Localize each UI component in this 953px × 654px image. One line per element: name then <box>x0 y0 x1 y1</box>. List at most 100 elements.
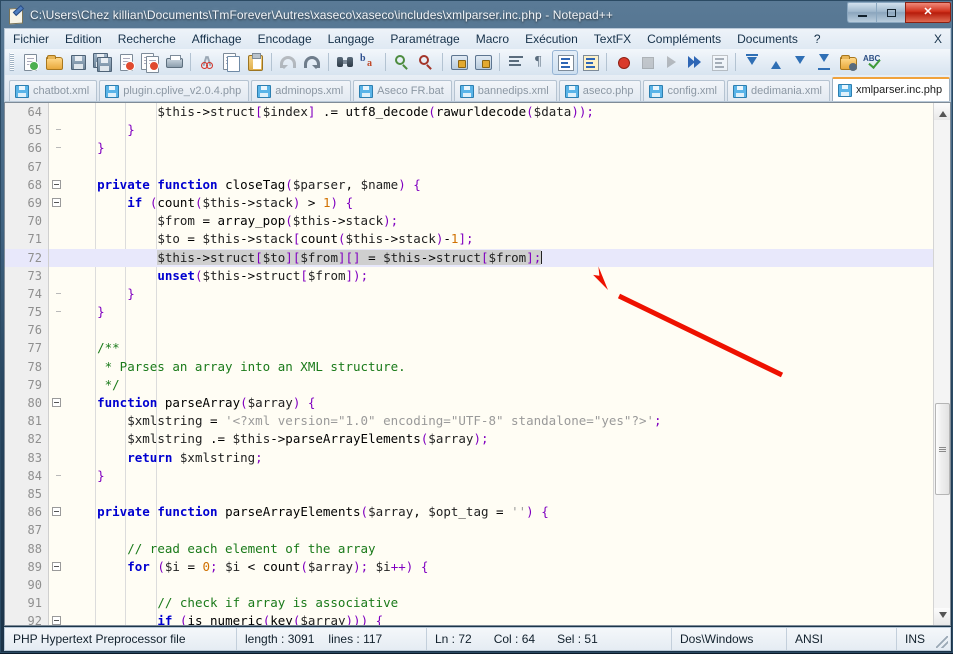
fold-collapse-icon[interactable] <box>52 561 61 571</box>
toggle-bookmark-icon[interactable] <box>836 51 860 74</box>
code-editor[interactable]: 64 65 66 67 68 69 70 71 72 73 74 75 76 77 78 79 80 81 82 83… <box>5 103 933 625</box>
fold-row[interactable] <box>49 394 65 412</box>
menu-help[interactable]: ? <box>806 30 829 48</box>
sync-horizontal-scroll-icon[interactable] <box>471 51 495 74</box>
fold-row[interactable] <box>49 485 65 503</box>
new-file-icon[interactable] <box>18 51 42 74</box>
code-line[interactable]: // check if array is associative <box>65 594 933 612</box>
fold-row[interactable] <box>49 103 65 121</box>
code-line[interactable]: } <box>65 303 933 321</box>
code-line[interactable] <box>65 321 933 339</box>
code-line[interactable]: unset($this->struct[$from]); <box>65 267 933 285</box>
previous-bookmark-icon[interactable] <box>764 51 788 74</box>
code-line[interactable]: // read each element of the array <box>65 540 933 558</box>
code-line[interactable] <box>65 485 933 503</box>
save-all-icon[interactable] <box>90 51 114 74</box>
minimize-button[interactable] <box>847 2 876 23</box>
maximize-button[interactable] <box>876 2 905 23</box>
tab-xmlparser-inc-php[interactable]: xmlparser.inc.php <box>831 77 950 101</box>
code-line[interactable]: function parseArray($array) { <box>65 394 933 412</box>
play-macro-icon[interactable] <box>659 51 683 74</box>
code-line[interactable]: if (count($this->stack) > 1) { <box>65 194 933 212</box>
fold-row[interactable] <box>49 139 65 157</box>
fold-collapse-icon[interactable] <box>52 197 61 207</box>
fold-row[interactable] <box>49 176 65 194</box>
scroll-down-button[interactable] <box>934 608 950 625</box>
spell-check-icon[interactable]: ABC <box>860 51 884 74</box>
run-macro-multiple-icon[interactable] <box>683 51 707 74</box>
fold-row[interactable] <box>49 430 65 448</box>
code-line[interactable]: private function parseArrayElements($arr… <box>65 503 933 521</box>
cut-icon[interactable] <box>195 51 219 74</box>
sync-vertical-scroll-icon[interactable] <box>447 51 471 74</box>
fold-collapse-icon[interactable] <box>52 398 61 407</box>
code-line[interactable]: * Parses an array into an XML structure. <box>65 358 933 376</box>
fold-row[interactable] <box>49 503 65 521</box>
fold-row[interactable] <box>49 230 65 248</box>
code-line[interactable]: } <box>65 285 933 303</box>
menu-affichage[interactable]: Affichage <box>184 30 250 48</box>
first-bookmark-icon[interactable] <box>740 51 764 74</box>
code-line[interactable]: if (is_numeric(key($array))) { <box>65 612 933 625</box>
fold-row[interactable] <box>49 321 65 339</box>
fold-row[interactable] <box>49 248 65 267</box>
close-file-icon[interactable] <box>114 51 138 74</box>
code-folding-margin[interactable] <box>49 103 65 625</box>
code-line[interactable]: $this->struct[$index] .= utf8_decode(raw… <box>65 103 933 121</box>
toolbar-grip[interactable] <box>9 53 14 71</box>
menu-documents[interactable]: Documents <box>729 30 806 48</box>
fold-row[interactable] <box>49 540 65 558</box>
menu-edition[interactable]: Edition <box>57 30 110 48</box>
menu-recherche[interactable]: Recherche <box>110 30 184 48</box>
code-line[interactable]: $to = $this->stack[count($this->stack)-1… <box>65 230 933 248</box>
tab-aseco-php[interactable]: aseco.php <box>558 80 642 101</box>
menu-macro[interactable]: Macro <box>468 30 517 48</box>
word-wrap-icon[interactable] <box>504 51 528 74</box>
find-icon[interactable] <box>333 51 357 74</box>
code-line[interactable]: } <box>65 139 933 157</box>
code-line[interactable]: $xmlstring = '<?xml version="1.0" encodi… <box>65 412 933 430</box>
menu-langage[interactable]: Langage <box>320 30 383 48</box>
tab-bannedips-xml[interactable]: bannedips.xml <box>453 80 557 101</box>
vertical-scrollbar-thumb[interactable] <box>935 403 950 495</box>
fold-row[interactable] <box>49 449 65 467</box>
next-bookmark-icon[interactable] <box>788 51 812 74</box>
code-line[interactable]: /** <box>65 339 933 357</box>
fold-row[interactable] <box>49 521 65 539</box>
print-icon[interactable] <box>162 51 186 74</box>
fold-row[interactable] <box>49 303 65 321</box>
fold-row[interactable] <box>49 267 65 285</box>
fold-row[interactable] <box>49 412 65 430</box>
code-line[interactable]: } <box>65 467 933 485</box>
code-line[interactable] <box>65 521 933 539</box>
code-text[interactable]: $this->struct[$index] .= utf8_decode(raw… <box>65 103 933 625</box>
menu-complements[interactable]: Compléments <box>639 30 729 48</box>
tab-chatbot-xml[interactable]: chatbot.xml <box>9 80 98 101</box>
save-macro-icon[interactable] <box>707 51 731 74</box>
tab-plugin-cplive-php[interactable]: plugin.cplive_v2.0.4.php <box>99 80 250 101</box>
fold-collapse-icon[interactable] <box>52 507 61 517</box>
zoom-in-icon[interactable] <box>390 51 414 74</box>
code-line[interactable]: private function closeTag($parser, $name… <box>65 176 933 194</box>
code-line[interactable]: for ($i = 0; $i < count($array); $i++) { <box>65 558 933 576</box>
fold-row[interactable] <box>49 158 65 176</box>
start-record-macro-icon[interactable] <box>611 51 635 74</box>
menu-parametrage[interactable]: Paramétrage <box>382 30 467 48</box>
close-document-button[interactable]: X <box>934 32 942 46</box>
close-all-files-icon[interactable] <box>138 51 162 74</box>
code-line[interactable]: return $xmlstring; <box>65 449 933 467</box>
fold-row[interactable] <box>49 612 65 625</box>
fold-row[interactable] <box>49 285 65 303</box>
open-file-icon[interactable] <box>42 51 66 74</box>
menu-encodage[interactable]: Encodage <box>250 30 320 48</box>
fold-collapse-icon[interactable] <box>52 179 61 189</box>
show-indent-guide-icon[interactable] <box>552 49 578 75</box>
fold-collapse-icon[interactable] <box>52 616 61 625</box>
copy-icon[interactable] <box>219 51 243 74</box>
paste-icon[interactable] <box>243 51 267 74</box>
last-bookmark-icon[interactable] <box>812 51 836 74</box>
code-line[interactable]: $from = array_pop($this->stack); <box>65 212 933 230</box>
save-icon[interactable] <box>66 51 90 74</box>
tab-adminops-xml[interactable]: adminops.xml <box>251 80 352 101</box>
fold-row[interactable] <box>49 576 65 594</box>
